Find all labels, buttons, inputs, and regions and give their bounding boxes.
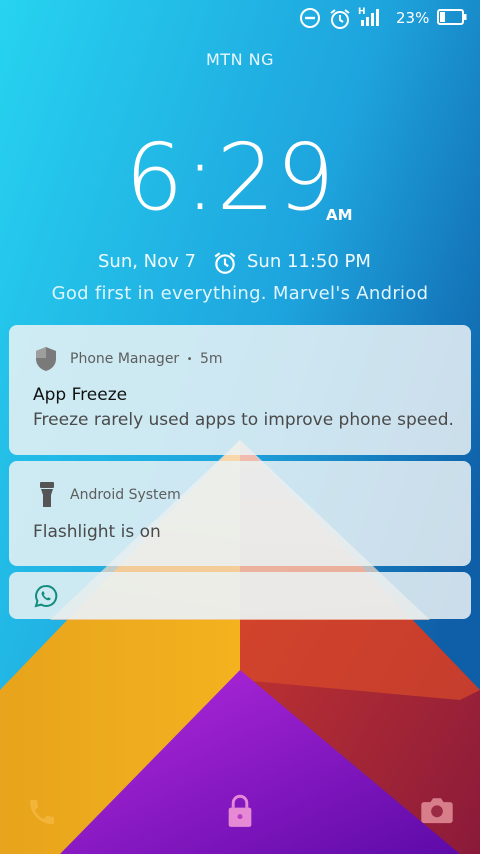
phone-icon[interactable] <box>26 796 58 832</box>
signal-h-icon: H <box>358 5 384 33</box>
camera-icon[interactable] <box>420 795 454 829</box>
app-name-text: Phone Manager <box>70 351 180 367</box>
status-bar: H 23% <box>0 0 480 36</box>
owner-info: God first in everything. Marvel's Andrio… <box>51 283 429 304</box>
clock-ampm: AM <box>326 206 353 224</box>
network-type-label: H <box>358 7 366 17</box>
lock-icon[interactable] <box>226 794 254 832</box>
flashlight-icon <box>39 480 55 512</box>
carrier-label: MTN NG <box>206 50 274 69</box>
notification-android-system[interactable]: Android System Flashlight is on <box>9 461 471 566</box>
next-alarm-label: Sun 11:50 PM <box>247 251 371 272</box>
lock-clock: 6:29 <box>125 124 336 231</box>
battery-icon <box>437 9 467 29</box>
battery-percent: 23% <box>396 9 430 27</box>
notification-time: 5m <box>200 351 223 367</box>
notification-whatsapp[interactable] <box>9 572 471 619</box>
notification-app-name: Android System <box>70 487 181 503</box>
notification-phone-manager[interactable]: Phone Manager • 5m App Freeze Freeze rar… <box>9 325 471 455</box>
notification-title: App Freeze <box>33 385 128 405</box>
separator: • <box>186 353 193 365</box>
date-label: Sun, Nov 7 <box>98 251 196 272</box>
date-row: Sun, Nov 7 Sun 11:50 PM <box>0 251 480 275</box>
whatsapp-icon <box>34 584 58 612</box>
notification-text: Freeze rarely used apps to improve phone… <box>33 410 454 430</box>
alarm-icon <box>328 7 352 35</box>
do-not-disturb-icon <box>299 7 321 33</box>
shield-icon <box>33 345 59 377</box>
notification-text: Flashlight is on <box>33 522 161 542</box>
alarm-icon <box>212 250 238 281</box>
notification-app-name: Phone Manager • 5m <box>70 351 223 367</box>
